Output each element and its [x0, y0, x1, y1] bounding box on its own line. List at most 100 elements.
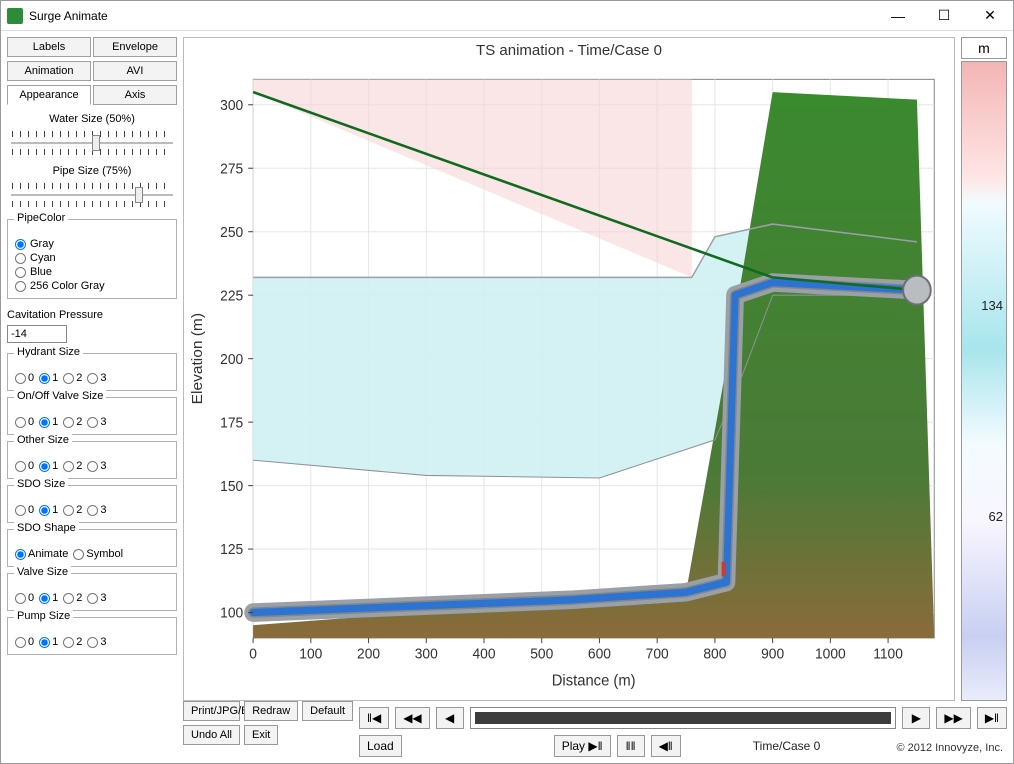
- colorbar-label: 134: [981, 298, 1003, 313]
- colorbar-label: 62: [989, 509, 1003, 524]
- svg-text:1100: 1100: [873, 645, 903, 661]
- tab-axis[interactable]: Axis: [93, 85, 177, 105]
- option-animate[interactable]: Animate: [14, 548, 68, 560]
- timeline-scrubber[interactable]: [470, 707, 897, 729]
- option-0[interactable]: 0: [14, 592, 34, 604]
- group-valve-size: Valve Size0123: [7, 573, 177, 611]
- option-2[interactable]: 2: [62, 504, 82, 516]
- left-panel: Labels Envelope Animation AVI Appearance…: [7, 37, 177, 757]
- svg-text:200: 200: [357, 645, 380, 661]
- option-3[interactable]: 3: [86, 460, 106, 472]
- tab-appearance[interactable]: Appearance: [7, 85, 91, 105]
- chart-canvas: 0100200300400500600700800900100011001001…: [184, 38, 954, 700]
- exit-button[interactable]: Exit: [244, 725, 278, 745]
- option-1[interactable]: 1: [38, 416, 58, 428]
- tab-labels[interactable]: Labels: [7, 37, 91, 57]
- option-symbol[interactable]: Symbol: [72, 548, 123, 560]
- svg-text:300: 300: [220, 97, 243, 113]
- option-1[interactable]: 1: [38, 372, 58, 384]
- minimize-button[interactable]: —: [875, 1, 921, 31]
- chart: TS animation - Time/Case 0 0100200300400…: [183, 37, 955, 701]
- undoall-button[interactable]: Undo All: [183, 725, 240, 745]
- cavitation-label: Cavitation Pressure: [7, 309, 177, 321]
- group-legend: SDO Size: [14, 478, 68, 490]
- svg-text:Elevation (m): Elevation (m): [189, 313, 206, 404]
- svg-text:900: 900: [761, 645, 784, 661]
- tab-avi[interactable]: AVI: [93, 61, 177, 81]
- group-legend: Other Size: [14, 434, 72, 446]
- option-1[interactable]: 1: [38, 592, 58, 604]
- app-window: Surge Animate — ☐ ✕ Labels Envelope Anim…: [0, 0, 1014, 764]
- first-button[interactable]: ‖◀: [359, 707, 389, 729]
- copyright-text: © 2012 Innovyze, Inc.: [896, 738, 1007, 754]
- group-legend: Pump Size: [14, 610, 73, 622]
- option-1[interactable]: 1: [38, 636, 58, 648]
- close-button[interactable]: ✕: [967, 1, 1013, 31]
- option-3[interactable]: 3: [86, 592, 106, 604]
- group-legend: SDO Shape: [14, 522, 79, 534]
- print-button[interactable]: Print/JPG/BMP: [183, 701, 240, 721]
- next-button[interactable]: ▶: [902, 707, 930, 729]
- group-legend: Valve Size: [14, 566, 71, 578]
- svg-text:175: 175: [220, 414, 243, 430]
- svg-text:400: 400: [472, 645, 495, 661]
- group-sdo-shape: SDO ShapeAnimateSymbol: [7, 529, 177, 567]
- option-2[interactable]: 2: [62, 592, 82, 604]
- pipecolor-option-cyan[interactable]: Cyan: [14, 252, 170, 264]
- group-other-size: Other Size0123: [7, 441, 177, 479]
- redraw-button[interactable]: Redraw: [244, 701, 298, 721]
- svg-text:100: 100: [220, 604, 243, 620]
- window-title: Surge Animate: [29, 9, 875, 23]
- load-button[interactable]: Load: [359, 735, 402, 757]
- last-button[interactable]: ▶‖: [977, 707, 1007, 729]
- pipecolor-option-gray[interactable]: Gray: [14, 238, 170, 250]
- group-sdo-size: SDO Size0123: [7, 485, 177, 523]
- svg-text:150: 150: [220, 477, 243, 493]
- tab-animation[interactable]: Animation: [7, 61, 91, 81]
- stepback-button[interactable]: ◀‖: [651, 735, 681, 757]
- option-0[interactable]: 0: [14, 460, 34, 472]
- prev-button[interactable]: ◀: [436, 707, 464, 729]
- option-2[interactable]: 2: [62, 636, 82, 648]
- default-button[interactable]: Default: [302, 701, 353, 721]
- app-icon: [7, 8, 23, 24]
- option-2[interactable]: 2: [62, 416, 82, 428]
- svg-text:600: 600: [588, 645, 611, 661]
- svg-text:100: 100: [299, 645, 322, 661]
- option-0[interactable]: 0: [14, 372, 34, 384]
- svg-text:0: 0: [249, 645, 257, 661]
- water-size-slider[interactable]: [7, 129, 177, 157]
- play-button[interactable]: Play ▶‖: [554, 735, 611, 757]
- colorbar: m 13462: [961, 37, 1007, 701]
- svg-text:250: 250: [220, 224, 243, 240]
- option-0[interactable]: 0: [14, 504, 34, 516]
- svg-text:200: 200: [220, 351, 243, 367]
- svg-text:Distance (m): Distance (m): [552, 672, 636, 689]
- rewind-button[interactable]: ◀◀: [395, 707, 429, 729]
- option-2[interactable]: 2: [62, 460, 82, 472]
- option-3[interactable]: 3: [86, 636, 106, 648]
- water-size-label: Water Size (50%): [7, 113, 177, 125]
- time-case-status: Time/Case 0: [753, 739, 821, 753]
- pipe-size-slider[interactable]: [7, 181, 177, 209]
- option-3[interactable]: 3: [86, 416, 106, 428]
- option-1[interactable]: 1: [38, 460, 58, 472]
- cavitation-input[interactable]: [7, 325, 67, 343]
- pause-button[interactable]: ‖‖: [617, 735, 645, 757]
- svg-text:275: 275: [220, 160, 243, 176]
- option-3[interactable]: 3: [86, 504, 106, 516]
- option-3[interactable]: 3: [86, 372, 106, 384]
- tab-envelope[interactable]: Envelope: [93, 37, 177, 57]
- option-0[interactable]: 0: [14, 416, 34, 428]
- option-0[interactable]: 0: [14, 636, 34, 648]
- ff-button[interactable]: ▶▶: [936, 707, 970, 729]
- svg-text:1000: 1000: [815, 645, 846, 661]
- option-1[interactable]: 1: [38, 504, 58, 516]
- option-2[interactable]: 2: [62, 372, 82, 384]
- group-legend: On/Off Valve Size: [14, 390, 106, 402]
- pipecolor-option-blue[interactable]: Blue: [14, 266, 170, 278]
- pipe-size-label: Pipe Size (75%): [7, 165, 177, 177]
- maximize-button[interactable]: ☐: [921, 1, 967, 31]
- main-panel: TS animation - Time/Case 0 0100200300400…: [183, 37, 1007, 757]
- pipecolor-option-256-color-gray[interactable]: 256 Color Gray: [14, 280, 170, 292]
